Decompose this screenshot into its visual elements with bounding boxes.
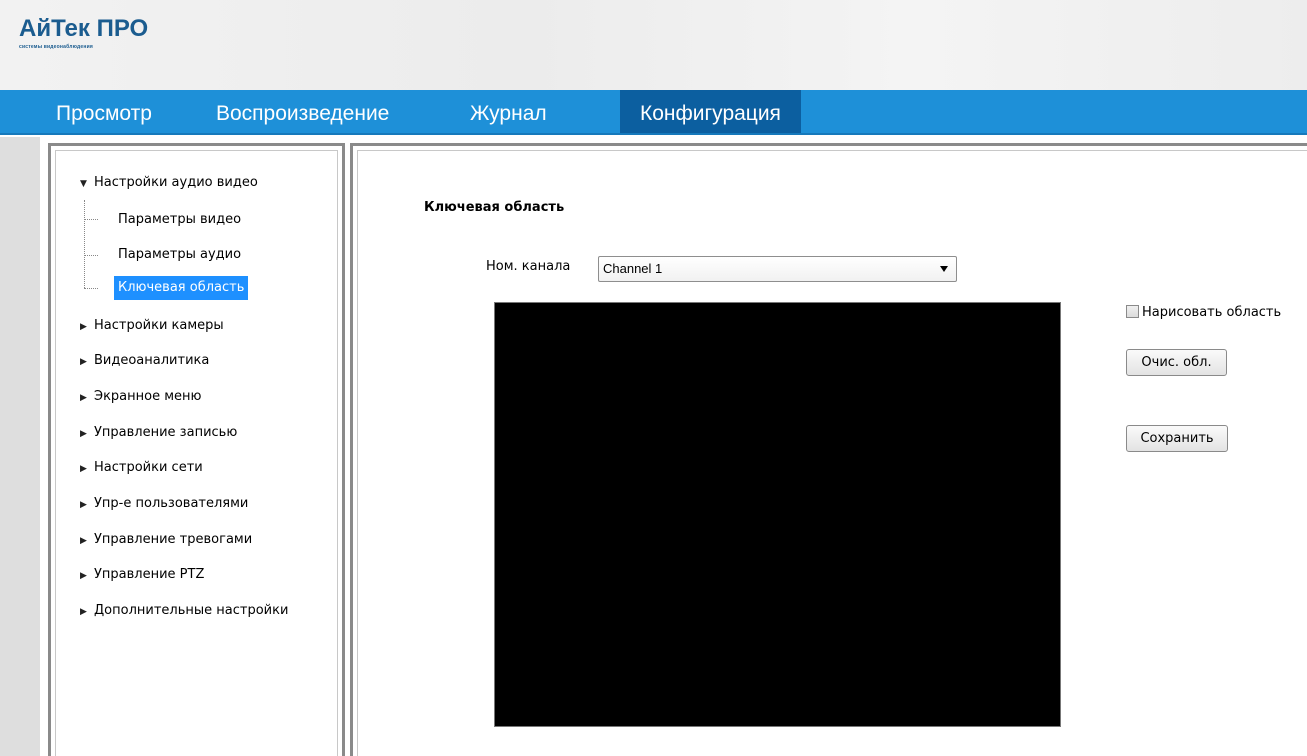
page-title: Ключевая область: [424, 200, 565, 215]
expanded-arrow-icon: ▼: [80, 179, 87, 189]
tree-group-label: Упр-е пользователями: [94, 496, 249, 511]
tree-group-advanced[interactable]: ▶ Дополнительные настройки: [80, 600, 288, 622]
tree-group-label: Настройки сети: [94, 460, 203, 475]
nav-playback[interactable]: Воспроизведение: [216, 90, 389, 133]
collapsed-arrow-icon: ▶: [80, 322, 87, 332]
collapsed-arrow-icon: ▶: [80, 429, 87, 439]
collapsed-arrow-icon: ▶: [80, 536, 87, 546]
tree-group-network[interactable]: ▶ Настройки сети: [80, 457, 203, 479]
collapsed-arrow-icon: ▶: [80, 500, 87, 510]
tree-item-key-area[interactable]: Ключевая область: [114, 276, 249, 300]
tree-group-label: Видеоаналитика: [94, 353, 210, 368]
header: АйТек ПРО системы видеонаблюдения: [0, 0, 1307, 90]
nav-view[interactable]: Просмотр: [56, 90, 152, 133]
tree-group-label: Управление тревогами: [94, 532, 253, 547]
tree-group-label: Настройки аудио видео: [94, 175, 258, 190]
tree-group-label: Дополнительные настройки: [94, 603, 289, 618]
sidebar-inner: [55, 150, 338, 756]
tree-group-ptz[interactable]: ▶ Управление PTZ: [80, 564, 204, 586]
collapsed-arrow-icon: ▶: [80, 357, 87, 367]
tree-group-camera-settings[interactable]: ▶ Настройки камеры: [80, 315, 224, 337]
collapsed-arrow-icon: ▶: [80, 464, 87, 474]
tree-connector: [84, 288, 98, 289]
video-preview[interactable]: [494, 302, 1061, 727]
tree-connector: [84, 255, 98, 256]
tree-group-recording[interactable]: ▶ Управление записью: [80, 422, 237, 444]
clear-area-button[interactable]: Очис. обл.: [1126, 349, 1227, 376]
tree-group-audio-video[interactable]: ▼ Настройки аудио видео: [80, 172, 258, 194]
tree-connector: [84, 219, 98, 220]
logo-title: АйТек ПРО: [19, 15, 149, 42]
nav-log[interactable]: Журнал: [470, 90, 547, 133]
channel-select[interactable]: Channel 1: [598, 256, 957, 282]
collapsed-arrow-icon: ▶: [80, 393, 87, 403]
tree-group-label: Управление записью: [94, 425, 238, 440]
chevron-down-icon: [940, 266, 948, 272]
checkbox-box[interactable]: [1126, 305, 1139, 318]
tree-group-users[interactable]: ▶ Упр-е пользователями: [80, 493, 248, 515]
left-gutter: [0, 137, 40, 756]
settings-sidebar: [48, 143, 345, 756]
main-nav: Просмотр Воспроизведение Журнал Конфигур…: [0, 90, 1307, 135]
tree-item-audio-params[interactable]: Параметры аудио: [114, 243, 245, 267]
collapsed-arrow-icon: ▶: [80, 607, 87, 617]
logo: АйТек ПРО системы видеонаблюдения: [19, 16, 148, 51]
tree-connector: [84, 200, 85, 288]
save-button[interactable]: Сохранить: [1126, 425, 1228, 452]
nav-configuration[interactable]: Конфигурация: [620, 90, 801, 133]
collapsed-arrow-icon: ▶: [80, 571, 87, 581]
draw-area-checkbox[interactable]: Нарисовать область: [1126, 304, 1281, 322]
logo-subtitle: системы видеонаблюдения: [19, 44, 94, 50]
draw-area-label: Нарисовать область: [1142, 305, 1282, 320]
tree-item-video-params[interactable]: Параметры видео: [114, 208, 245, 232]
tree-group-video-analytics[interactable]: ▶ Видеоаналитика: [80, 350, 209, 372]
channel-select-value: Channel 1: [603, 261, 663, 276]
tree-group-alarms[interactable]: ▶ Управление тревогами: [80, 529, 252, 551]
tree-group-osd[interactable]: ▶ Экранное меню: [80, 386, 201, 408]
tree-group-label: Настройки камеры: [94, 318, 224, 333]
channel-label: Ном. канала: [486, 259, 571, 274]
tree-group-label: Экранное меню: [94, 389, 202, 404]
tree-group-label: Управление PTZ: [94, 567, 205, 582]
